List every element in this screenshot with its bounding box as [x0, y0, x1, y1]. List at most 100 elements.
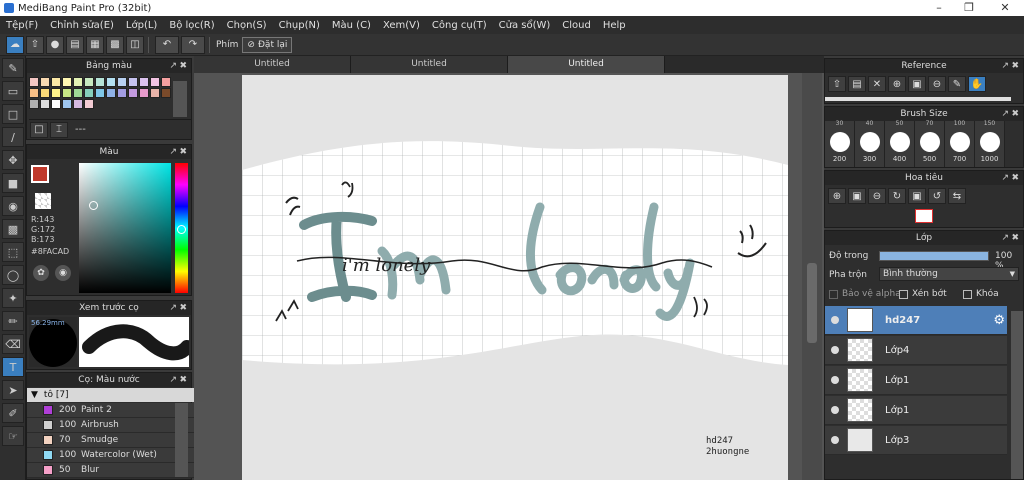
redo-icon[interactable]: ↷ — [181, 35, 205, 54]
zoom-out-icon[interactable]: ⊖ — [928, 76, 946, 92]
close-icon[interactable]: ✕ — [990, 0, 1020, 16]
new-palette-icon[interactable]: □ — [30, 121, 48, 138]
palette-color-swatch[interactable] — [161, 77, 171, 87]
visibility-icon[interactable] — [831, 436, 839, 444]
brush-size-option[interactable]: 100 700 — [945, 121, 975, 167]
menu-select[interactable]: Chọn(S) — [221, 20, 273, 31]
message-icon[interactable]: ▤ — [66, 35, 84, 54]
gradient-tool-icon[interactable]: ▩ — [2, 219, 24, 239]
transparent-swatch[interactable] — [35, 193, 51, 209]
palette-color-swatch[interactable] — [128, 77, 138, 87]
document-icon[interactable]: ▦ — [86, 35, 104, 54]
palette-color-swatch[interactable] — [106, 77, 116, 87]
palette-color-swatch[interactable] — [95, 77, 105, 87]
clipping-option[interactable]: Xén bớt — [899, 289, 947, 299]
opacity-slider[interactable] — [879, 251, 989, 261]
saturation-value-picker[interactable] — [79, 163, 171, 293]
brush-size-option[interactable]: 70 500 — [915, 121, 945, 167]
gear-icon[interactable]: ⚙ — [993, 313, 1005, 328]
operation-tool-icon[interactable]: ➤ — [2, 380, 24, 400]
palette-color-swatch[interactable] — [51, 99, 61, 109]
rotate-left-icon[interactable]: ↺ — [928, 188, 946, 204]
layer-row[interactable]: Lớp1 — [825, 366, 1007, 395]
menu-file[interactable]: Tệp(F) — [0, 20, 44, 31]
blend-mode-select[interactable]: Bình thường ▼ — [879, 267, 1019, 281]
palette-color-swatch[interactable] — [29, 88, 39, 98]
menu-layer[interactable]: Lớp(L) — [120, 20, 163, 31]
palette-color-swatch[interactable] — [139, 77, 149, 87]
bucket-tool-icon[interactable]: ◉ — [2, 196, 24, 216]
close-panel-icon[interactable]: ✖ — [1011, 59, 1019, 73]
palette-color-swatch[interactable] — [62, 99, 72, 109]
palette-color-swatch[interactable] — [40, 99, 50, 109]
hand-ref-icon[interactable]: ✋ — [968, 76, 986, 92]
undo-icon[interactable]: ↶ — [155, 35, 179, 54]
menu-tools[interactable]: Công cụ(T) — [426, 20, 493, 31]
zoom-in-icon[interactable]: ⊕ — [888, 76, 906, 92]
tab-untitled-3[interactable]: Untitled — [508, 56, 665, 73]
minimize-icon[interactable]: – — [924, 0, 954, 16]
fit-icon[interactable]: ▣ — [848, 188, 866, 204]
brush-tool-icon[interactable]: ✎ — [2, 58, 24, 78]
visibility-icon[interactable] — [831, 316, 839, 324]
eyedropper-ref-icon[interactable]: ✎ — [948, 76, 966, 92]
palette-color-swatch[interactable] — [150, 77, 160, 87]
layout-icon[interactable]: ▩ — [106, 35, 124, 54]
color-mix-icon[interactable]: ◉ — [55, 265, 71, 281]
reset-view-icon[interactable]: ▣ — [908, 188, 926, 204]
text-tool-icon[interactable]: T — [2, 357, 24, 377]
popout-icon[interactable]: ↗ — [1001, 231, 1009, 245]
popout-icon[interactable]: ↗ — [169, 301, 177, 315]
brush-size-option[interactable]: 150 1000 — [975, 121, 1005, 167]
navigator-thumbnail[interactable] — [915, 209, 933, 223]
drawing-canvas[interactable]: i'm lonely hd247 2huongne — [242, 75, 788, 480]
palette-color-swatch[interactable] — [161, 88, 171, 98]
palette-color-swatch[interactable] — [150, 88, 160, 98]
eyedropper-icon[interactable]: ✐ — [2, 403, 24, 423]
line-tool-icon[interactable]: ∕ — [2, 127, 24, 147]
reset-button[interactable]: ⊘ Đặt lại — [242, 36, 293, 53]
menu-window[interactable]: Cửa sổ(W) — [493, 20, 557, 31]
palette-color-swatch[interactable] — [40, 77, 50, 87]
foreground-color-swatch[interactable] — [31, 165, 49, 183]
upload-icon[interactable]: ⇧ — [828, 76, 846, 92]
tab-untitled-1[interactable]: Untitled — [194, 56, 351, 73]
palette-wheel-icon[interactable]: ✿ — [33, 265, 49, 281]
palette-color-swatch[interactable] — [84, 88, 94, 98]
popout-icon[interactable]: ↗ — [1001, 171, 1009, 185]
visibility-icon[interactable] — [831, 376, 839, 384]
clipping-checkbox[interactable] — [899, 289, 908, 299]
palette-color-swatch[interactable] — [117, 77, 127, 87]
palette-color-swatch[interactable] — [62, 88, 72, 98]
magic-wand-icon[interactable]: ✦ — [2, 288, 24, 308]
hand-tool-icon[interactable]: ☞ — [2, 426, 24, 446]
lock-option[interactable]: Khóa — [963, 289, 999, 299]
select-pen-icon[interactable]: ✏ — [2, 311, 24, 331]
visibility-icon[interactable] — [831, 406, 839, 414]
close-panel-icon[interactable]: ✖ — [179, 59, 187, 73]
close-panel-icon[interactable]: ✖ — [179, 301, 187, 315]
lock-checkbox[interactable] — [963, 289, 972, 299]
tab-untitled-2[interactable]: Untitled — [351, 56, 508, 73]
cloud-icon[interactable]: ☁ — [6, 35, 24, 54]
layer-row[interactable]: Lớp3 — [825, 426, 1007, 455]
popout-icon[interactable]: ↗ — [1001, 59, 1009, 73]
scrollbar-thumb[interactable] — [807, 263, 817, 343]
menu-help[interactable]: Help — [597, 20, 632, 31]
layer-row[interactable]: Lớp4 — [825, 336, 1007, 365]
popout-icon[interactable]: ↗ — [169, 59, 177, 73]
protect-alpha-option[interactable]: Bảo vệ alpha — [829, 289, 901, 299]
fill-rect-tool-icon[interactable]: ■ — [2, 173, 24, 193]
palette-color-swatch[interactable] — [29, 99, 39, 109]
menu-color[interactable]: Màu (C) — [326, 20, 377, 31]
palette-color-swatch[interactable] — [51, 77, 61, 87]
comment-icon[interactable]: ● — [46, 35, 64, 54]
protect-alpha-checkbox[interactable] — [829, 289, 838, 299]
palette-color-swatch[interactable] — [117, 88, 127, 98]
brush-list-scrollbar[interactable] — [175, 403, 188, 477]
close-panel-icon[interactable]: ✖ — [1011, 171, 1019, 185]
popout-icon[interactable]: ↗ — [169, 373, 177, 387]
layer-row[interactable]: Lớp1 — [825, 396, 1007, 425]
palette-color-swatch[interactable] — [128, 88, 138, 98]
menu-cloud[interactable]: Cloud — [556, 20, 597, 31]
